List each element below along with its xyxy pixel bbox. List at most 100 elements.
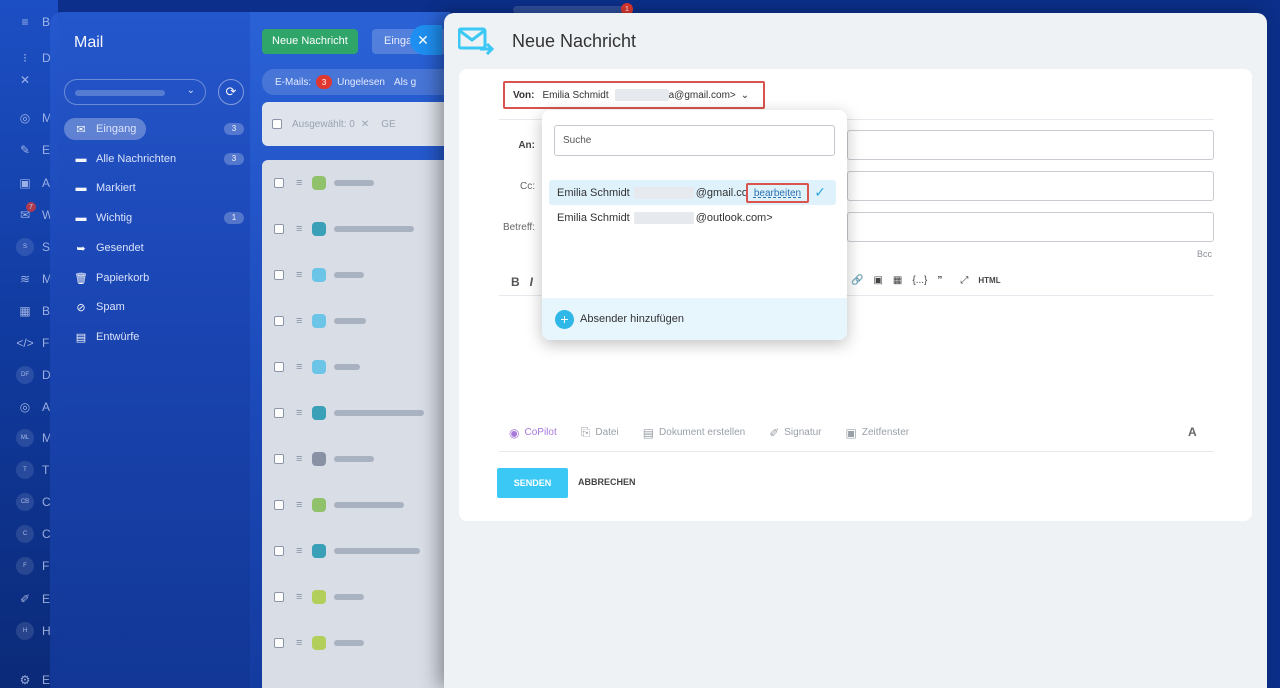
from-selector[interactable]: Von: Emilia Schmidt a@gmail.com> ⌄ bbox=[503, 81, 765, 109]
to-field[interactable] bbox=[847, 130, 1214, 160]
gear-icon: ⚙ bbox=[19, 673, 31, 687]
row-checkbox[interactable] bbox=[274, 638, 284, 648]
list-item[interactable]: ≡ bbox=[262, 344, 462, 390]
clear-selection-icon[interactable]: ✕ bbox=[361, 119, 369, 130]
italic-button[interactable]: I bbox=[530, 275, 533, 289]
redacted-email bbox=[614, 89, 669, 101]
folder-icon: ▬ bbox=[75, 182, 87, 194]
row-checkbox[interactable] bbox=[274, 270, 284, 280]
code-icon[interactable]: {...} bbox=[912, 275, 927, 286]
to-label: An: bbox=[518, 140, 535, 151]
row-checkbox[interactable] bbox=[274, 316, 284, 326]
select-all-checkbox[interactable] bbox=[272, 119, 282, 129]
drag-icon: ≡ bbox=[296, 637, 303, 649]
sent-icon: ➥ bbox=[76, 242, 86, 255]
subject-field[interactable] bbox=[847, 212, 1214, 242]
redacted-email bbox=[633, 186, 694, 199]
list-item[interactable]: ≡ bbox=[262, 436, 462, 482]
row-checkbox[interactable] bbox=[274, 224, 284, 234]
unread-badge: 3 bbox=[316, 75, 333, 89]
format-toolbar: B I bbox=[511, 275, 543, 289]
row-checkbox[interactable] bbox=[274, 500, 284, 510]
drag-icon: ≡ bbox=[296, 315, 303, 327]
row-checkbox[interactable] bbox=[274, 408, 284, 418]
bold-button[interactable]: B bbox=[511, 275, 520, 289]
create-document-button[interactable]: ▤ Dokument erstellen bbox=[643, 426, 746, 440]
close-compose-button[interactable]: ✕ bbox=[410, 25, 442, 55]
calendar-icon: ▣ bbox=[845, 425, 857, 440]
s-circle-icon: S bbox=[16, 238, 34, 256]
new-mail-icon bbox=[458, 27, 494, 55]
row-checkbox[interactable] bbox=[274, 546, 284, 556]
menu-icon: ≡ bbox=[21, 15, 29, 29]
row-checkbox[interactable] bbox=[274, 362, 284, 372]
list-item[interactable]: ≡ bbox=[262, 298, 462, 344]
drag-icon: ≡ bbox=[296, 499, 303, 511]
mail-icon: ✉ 7 bbox=[16, 202, 36, 224]
signature-button[interactable]: ✐ Signatur bbox=[769, 426, 821, 440]
list-item[interactable]: ≡ bbox=[262, 206, 462, 252]
folder-sent[interactable]: ➥ Gesendet bbox=[64, 237, 244, 259]
row-checkbox[interactable] bbox=[274, 592, 284, 602]
list-item[interactable]: ≡ bbox=[262, 390, 462, 436]
send-button[interactable]: SENDEN bbox=[497, 468, 568, 498]
edit-sender-link[interactable]: bearbeiten bbox=[746, 183, 809, 203]
list-item[interactable]: ≡ bbox=[262, 160, 462, 206]
cc-label: Cc: bbox=[520, 181, 535, 192]
quote-icon[interactable]: ” bbox=[937, 275, 942, 286]
folder-inbox[interactable]: ✉ Eingang 3 bbox=[64, 118, 244, 140]
folder-spam[interactable]: ⊘ Spam bbox=[64, 296, 244, 318]
copilot-button[interactable]: ◉ CoPilot bbox=[509, 426, 557, 440]
refresh-icon: ⟳ bbox=[225, 84, 237, 99]
refresh-button[interactable]: ⟳ bbox=[218, 79, 244, 105]
unread-filter[interactable]: Ungelesen bbox=[337, 77, 385, 88]
list-item[interactable]: ≡ bbox=[262, 482, 462, 528]
mail-sidebar: Mail ⌄ ⟳ ✉ Eingang 3 ▬ Alle Nachrichten … bbox=[50, 12, 250, 688]
chevron-down-icon: ⌄ bbox=[740, 89, 750, 101]
copilot-icon: ◉ bbox=[509, 425, 520, 440]
html-button[interactable]: HTML bbox=[978, 276, 1000, 285]
trash-icon: 🗑 bbox=[74, 272, 88, 285]
cancel-button[interactable]: ABBRECHEN bbox=[578, 477, 636, 487]
plus-icon: + bbox=[555, 309, 574, 329]
waves-icon: ≋ bbox=[19, 272, 31, 286]
folder-flagged[interactable]: ▬ Markiert bbox=[64, 177, 244, 199]
drag-icon: ≡ bbox=[296, 361, 303, 373]
selection-bar: Ausgewählt: 0 ✕ GE bbox=[262, 102, 462, 146]
redacted-email bbox=[633, 211, 694, 224]
folder-trash[interactable]: 🗑 Papierkorb bbox=[64, 267, 244, 289]
list-item[interactable]: ≡ bbox=[262, 528, 462, 574]
folder-all[interactable]: ▬ Alle Nachrichten 3 bbox=[64, 148, 244, 170]
time-slot-button[interactable]: ▣ Zeitfenster bbox=[846, 426, 910, 440]
list-item[interactable]: ≡ bbox=[262, 620, 462, 666]
list-item[interactable]: ≡ bbox=[262, 252, 462, 298]
mailbox-select[interactable]: ⌄ bbox=[64, 79, 206, 105]
folder-count: 3 bbox=[224, 153, 244, 165]
target-icon: ◎ bbox=[19, 400, 31, 414]
new-message-button[interactable]: Neue Nachricht bbox=[262, 29, 358, 54]
add-sender-button[interactable]: + Absender hinzufügen bbox=[542, 298, 847, 340]
list-item[interactable]: ≡ bbox=[262, 574, 462, 620]
folder-drafts[interactable]: ▤ Entwürfe bbox=[64, 326, 244, 348]
bcc-link[interactable]: Bcc bbox=[1197, 249, 1212, 259]
font-settings-button[interactable]: A bbox=[1188, 425, 1197, 439]
drag-icon: ≡ bbox=[296, 269, 303, 281]
row-checkbox[interactable] bbox=[274, 178, 284, 188]
table-icon[interactable]: ▦ bbox=[893, 275, 902, 286]
sender-option-gmail[interactable]: Emilia Schmidt @gmail.co bearbeiten ✓ bbox=[549, 180, 836, 205]
cc-field[interactable] bbox=[847, 171, 1214, 201]
sender-search-input[interactable]: Suche bbox=[554, 125, 835, 156]
image-icon[interactable]: ▣ bbox=[873, 275, 882, 286]
app-icon: ▣ bbox=[19, 176, 31, 190]
link-icon[interactable]: 🔗 bbox=[851, 275, 863, 286]
drag-icon: ≡ bbox=[296, 591, 303, 603]
expand-icon[interactable]: ⤢ bbox=[960, 275, 968, 286]
c-circle-icon: C bbox=[16, 525, 34, 543]
compose-actions: ◉ CoPilot ⎘ Datei ▤ Dokument erstellen ✐ Sig… bbox=[509, 425, 933, 440]
chevron-down-icon: ⌄ bbox=[186, 85, 195, 96]
folder-important[interactable]: ▬ Wichtig 1 bbox=[64, 207, 244, 229]
row-checkbox[interactable] bbox=[274, 454, 284, 464]
attach-file-button[interactable]: ⎘ Datei bbox=[581, 425, 619, 440]
folder-icon: ▬ bbox=[75, 212, 87, 224]
sender-option-outlook[interactable]: Emilia Schmidt @outlook.com> bbox=[549, 205, 836, 230]
